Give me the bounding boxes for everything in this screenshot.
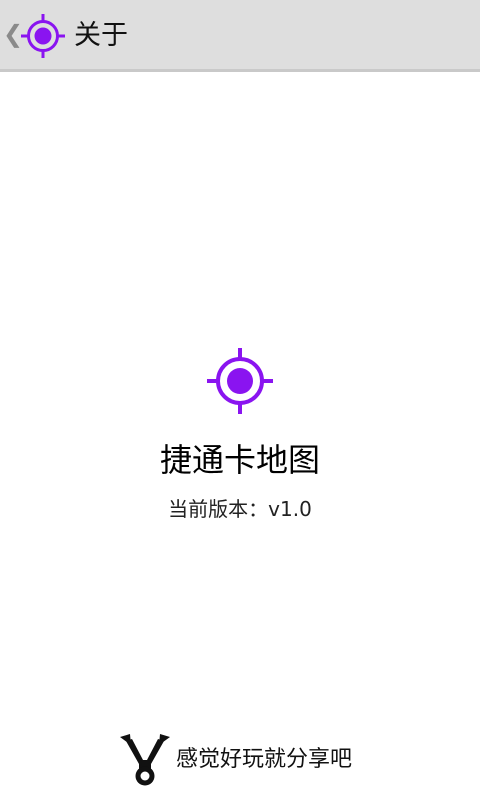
- app-name: 捷通卡地图: [159, 441, 320, 479]
- version-text: 当前版本：v1.0: [168, 497, 312, 521]
- share-button[interactable]: 感觉好玩就分享吧: [118, 732, 368, 788]
- about-info: 捷通卡地图 当前版本：v1.0: [0, 346, 480, 522]
- slingshot-icon: [120, 734, 170, 786]
- crosshair-target-icon: [207, 348, 273, 414]
- action-bar: ❮ 关于: [0, 0, 480, 72]
- page-title: 关于: [74, 20, 128, 51]
- share-label: 感觉好玩就分享吧: [176, 747, 353, 772]
- crosshair-target-icon: [21, 14, 65, 58]
- up-navigation-button[interactable]: ❮: [0, 0, 72, 72]
